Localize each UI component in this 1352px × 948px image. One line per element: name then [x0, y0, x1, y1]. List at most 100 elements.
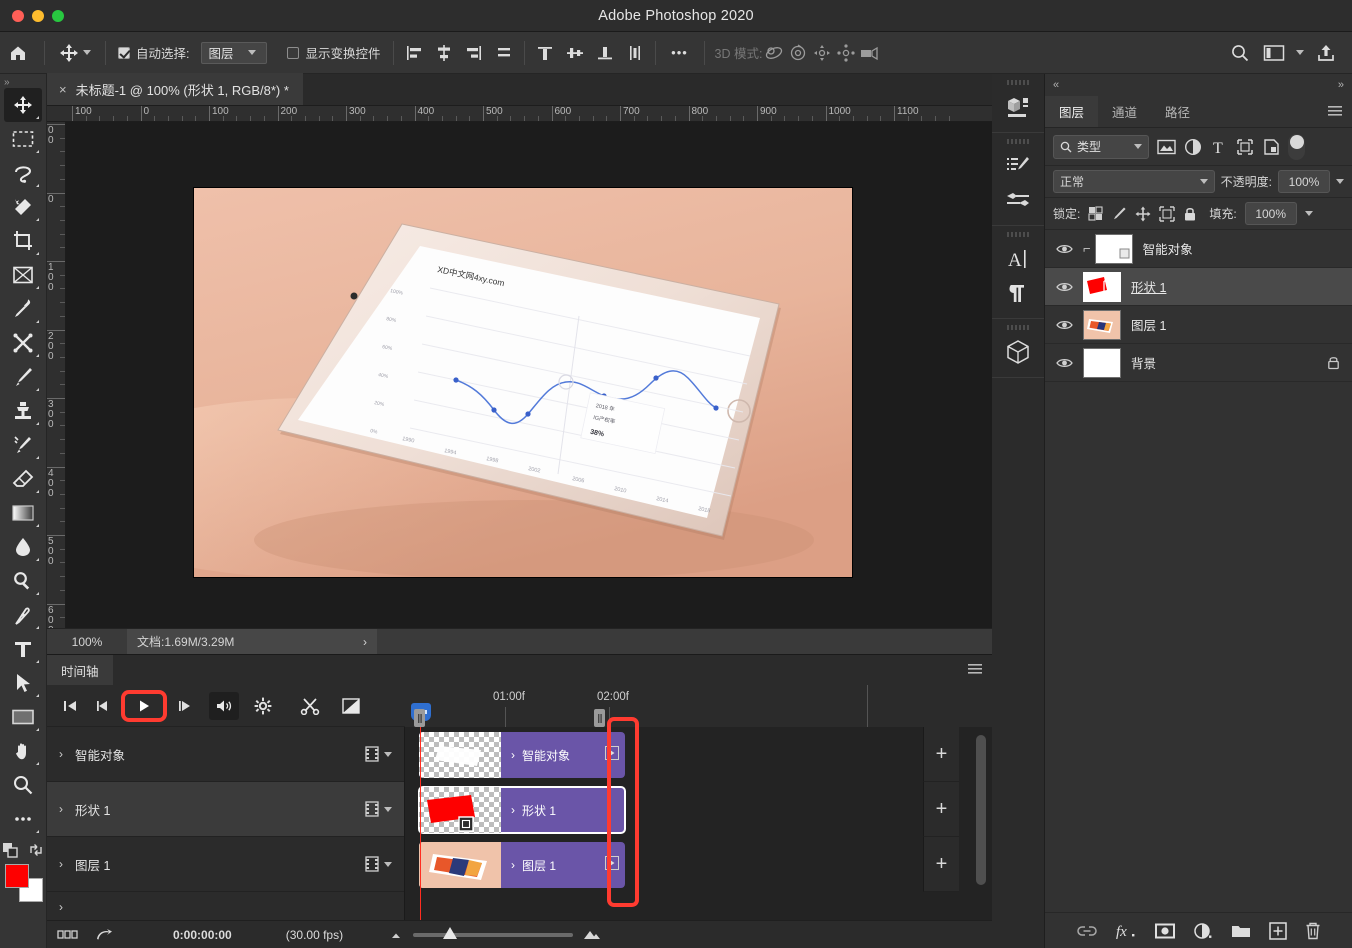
chevron-down-icon[interactable]	[1304, 211, 1313, 216]
layer-visibility-toggle[interactable]	[1045, 243, 1083, 255]
marquee-tool[interactable]	[4, 122, 42, 156]
timeline-zoom-slider[interactable]	[389, 926, 601, 941]
layer-visibility-toggle[interactable]	[1045, 357, 1083, 369]
tool-flyout-indicator[interactable]	[36, 218, 39, 221]
tool-flyout-indicator[interactable]	[36, 456, 39, 459]
timeline-track-name-row[interactable]: › 智能对象	[47, 727, 404, 782]
chevron-right-icon[interactable]: ›	[511, 748, 515, 762]
align-top-edges-icon[interactable]	[492, 41, 516, 65]
history-brush-tool[interactable]	[4, 428, 42, 462]
quick-select-tool[interactable]	[4, 190, 42, 224]
zoom-level[interactable]: 100%	[47, 635, 127, 649]
toolbar-grip[interactable]: »	[0, 76, 46, 88]
timeline-audio-row[interactable]: ›	[47, 892, 404, 922]
add-media-button[interactable]: +	[923, 727, 959, 782]
layer-row[interactable]: 背景	[1045, 344, 1352, 382]
chevron-right-icon[interactable]: ›	[363, 635, 367, 649]
layer-thumbnail[interactable]	[1083, 271, 1121, 302]
tool-flyout-indicator[interactable]	[36, 150, 39, 153]
tool-flyout-indicator[interactable]	[36, 762, 39, 765]
tool-flyout-indicator[interactable]	[36, 320, 39, 323]
chevron-right-icon[interactable]: ›	[59, 747, 63, 761]
filter-enable-toggle[interactable]	[1288, 133, 1305, 160]
zoom-in-icon[interactable]	[583, 929, 601, 941]
artboard[interactable]: XD中文网4xy.com 100% 80% 60% 40% 20% 0% 199…	[194, 188, 852, 577]
tool-flyout-indicator[interactable]	[36, 354, 39, 357]
link-layers-icon[interactable]	[1076, 924, 1097, 938]
distribute-bottom-edges-icon[interactable]	[593, 41, 617, 65]
shape-layer-filter-icon[interactable]	[1236, 138, 1254, 156]
zoom-slider-thumb[interactable]	[443, 926, 458, 939]
hamburger-menu-icon[interactable]	[968, 664, 982, 676]
workspace-icon[interactable]	[1262, 41, 1286, 65]
adjustment-layer-filter-icon[interactable]	[1184, 138, 1202, 156]
timeline-clip[interactable]: › 形状 1	[418, 786, 626, 834]
next-frame-button[interactable]	[170, 692, 200, 720]
tool-flyout-indicator[interactable]	[36, 524, 39, 527]
split-clip-button[interactable]	[295, 692, 325, 720]
chevron-right-icon[interactable]: ›	[59, 857, 63, 871]
move-tool-icon[interactable]	[53, 39, 97, 67]
panel-menu-icon[interactable]	[1328, 96, 1352, 127]
layer-visibility-toggle[interactable]	[1045, 319, 1083, 331]
vertical-ruler[interactable]: 000100200300400500600	[47, 122, 66, 628]
tab-layers[interactable]: 图层	[1045, 96, 1099, 127]
lock-image-pixels-icon[interactable]	[1111, 206, 1127, 222]
canvas-area[interactable]: XD中文网4xy.com 100% 80% 60% 40% 20% 0% 199…	[66, 122, 992, 628]
new-adjustment-layer-icon[interactable]	[1193, 922, 1213, 940]
timeline-track-name-row[interactable]: › 形状 1	[47, 782, 404, 837]
settings-button[interactable]	[248, 692, 278, 720]
tool-flyout-indicator[interactable]	[36, 184, 39, 187]
align-left-edges-icon[interactable]	[402, 41, 426, 65]
healing-brush-tool[interactable]	[4, 326, 42, 360]
tool-flyout-indicator[interactable]	[36, 592, 39, 595]
layer-name[interactable]: 智能对象	[1143, 239, 1193, 258]
work-area-end-handle[interactable]	[594, 709, 605, 727]
close-icon[interactable]: ×	[59, 83, 67, 96]
layer-name[interactable]: 形状 1	[1131, 277, 1166, 296]
pan-3d-icon[interactable]	[810, 41, 834, 65]
gradient-tool[interactable]	[4, 496, 42, 530]
eyedropper-tool[interactable]	[4, 292, 42, 326]
layer-row[interactable]: 图层 1	[1045, 306, 1352, 344]
layer-thumbnail[interactable]	[1083, 309, 1121, 340]
filter-kind-dropdown[interactable]: 类型	[1053, 134, 1149, 159]
chevron-right-icon[interactable]: ›	[59, 802, 63, 816]
tool-flyout-indicator[interactable]	[36, 830, 39, 833]
document-size-info[interactable]: 文档:1.69M/3.29M ›	[127, 628, 377, 655]
layer-row[interactable]: 形状 1	[1045, 268, 1352, 306]
expand-dock-icon[interactable]: »	[1338, 79, 1344, 91]
previous-frame-button[interactable]	[88, 692, 118, 720]
share-icon[interactable]	[1314, 41, 1338, 65]
track-controls[interactable]	[365, 801, 392, 817]
distribute-horizontal-icon[interactable]	[623, 41, 647, 65]
frame-tool[interactable]	[4, 258, 42, 292]
lock-transparent-pixels-icon[interactable]	[1088, 206, 1103, 221]
tool-flyout-indicator[interactable]	[36, 728, 39, 731]
tab-paths[interactable]: 路径	[1151, 96, 1204, 127]
new-group-icon[interactable]	[1231, 923, 1251, 939]
search-icon[interactable]	[1228, 41, 1252, 65]
chevron-down-icon[interactable]	[384, 861, 392, 867]
add-layer-style-icon[interactable]: fx	[1115, 922, 1137, 940]
layer-name[interactable]: 图层 1	[1131, 315, 1166, 334]
fill-input[interactable]: 100%	[1244, 202, 1297, 225]
collapse-dock-icon[interactable]: «	[1053, 79, 1059, 91]
home-icon[interactable]	[0, 39, 36, 67]
lock-artboard-icon[interactable]	[1159, 205, 1176, 222]
work-area-start-handle[interactable]	[414, 709, 425, 727]
tab-channels[interactable]: 通道	[1098, 96, 1151, 127]
timeline-ruler[interactable]: 01:00f 02:00f	[405, 685, 992, 727]
crop-tool[interactable]	[4, 224, 42, 258]
rail-grip[interactable]	[1007, 139, 1029, 144]
camera-3d-icon[interactable]	[858, 41, 882, 65]
tool-flyout-indicator[interactable]	[36, 558, 39, 561]
edit-toolbar-button[interactable]	[4, 802, 42, 836]
swap-colors-icon[interactable]	[28, 842, 44, 858]
tool-flyout-indicator[interactable]	[36, 286, 39, 289]
foreground-color-swatch[interactable]	[5, 864, 29, 888]
dodge-tool[interactable]	[4, 564, 42, 598]
smart-object-filter-icon[interactable]	[1262, 138, 1280, 156]
align-horizontal-centers-icon[interactable]	[432, 41, 456, 65]
styles-icon[interactable]	[998, 183, 1038, 217]
